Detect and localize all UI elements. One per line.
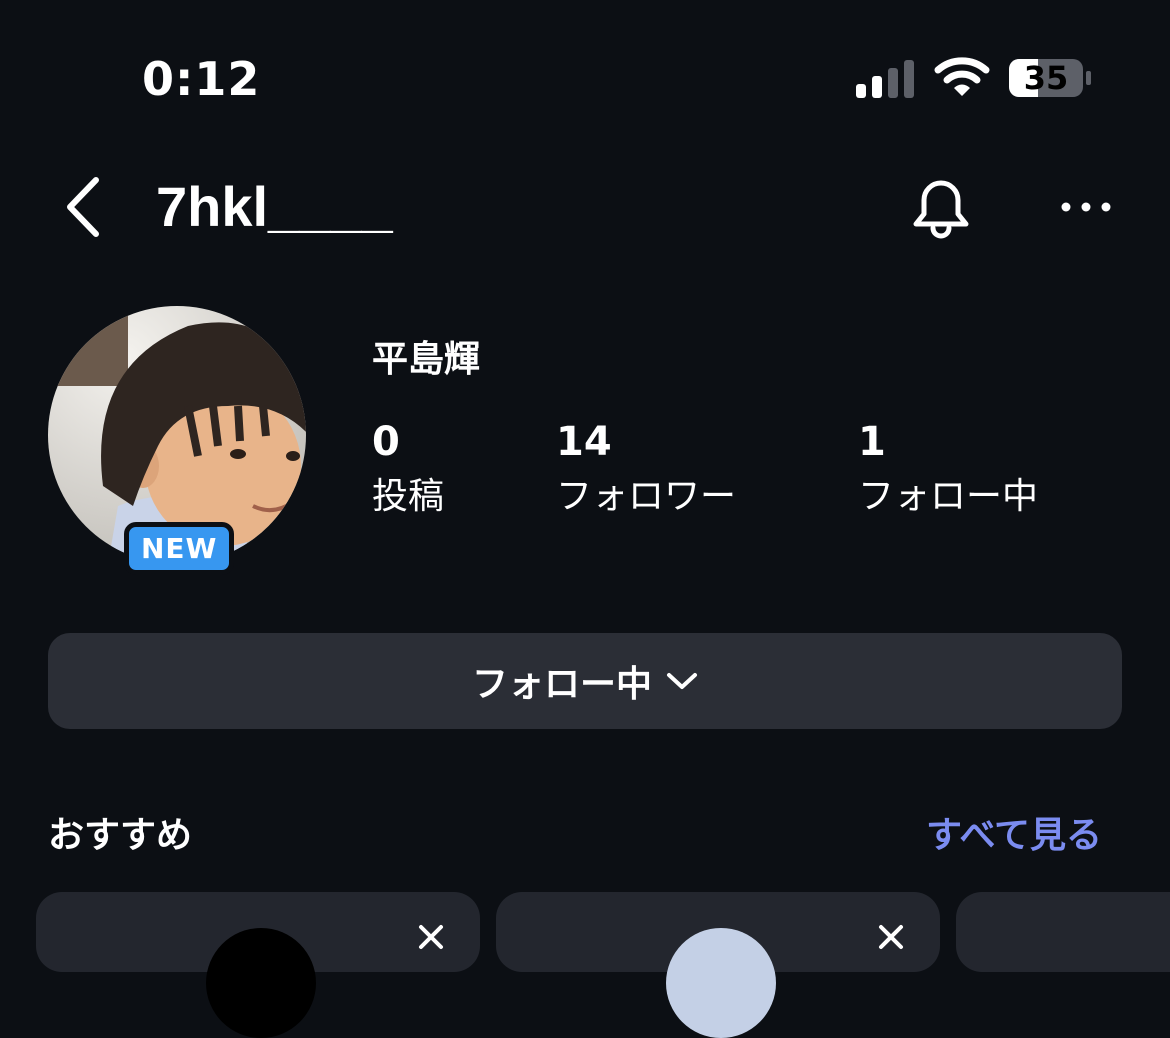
wifi-icon: [934, 57, 990, 96]
battery-level: 35: [1023, 59, 1069, 97]
following-button[interactable]: フォロー中: [48, 633, 1122, 729]
suggestion-card[interactable]: [496, 892, 940, 1038]
stat-followers-count: 14: [556, 419, 612, 465]
stat-followers[interactable]: 14 フォロワー: [556, 418, 736, 522]
suggestion-avatar: [666, 928, 776, 1038]
battery-icon: 35: [1008, 58, 1092, 98]
suggestion-avatar: [206, 928, 316, 1038]
chevron-down-icon: [667, 673, 697, 689]
stat-following-count: 1: [858, 419, 886, 465]
display-name: 平島輝: [372, 339, 481, 380]
more-icon[interactable]: [1058, 190, 1114, 224]
suggestion-card[interactable]: [36, 892, 480, 1038]
stat-following[interactable]: 1 フォロー中: [858, 418, 1038, 522]
bell-icon[interactable]: [906, 172, 976, 242]
profile-username: 7hkl____: [156, 175, 393, 238]
close-icon[interactable]: [416, 922, 446, 952]
stat-following-label: フォロー中: [858, 476, 1039, 517]
close-icon[interactable]: [876, 922, 906, 952]
stat-posts: 0 投稿: [372, 418, 444, 522]
suggestions-title: おすすめ: [48, 815, 193, 856]
stat-followers-label: フォロワー: [556, 476, 737, 517]
stat-posts-label: 投稿: [372, 476, 445, 517]
following-button-label: フォロー中: [471, 664, 652, 705]
status-time: 0:12: [142, 52, 261, 106]
cellular-signal-icon: [856, 60, 914, 98]
suggestion-card[interactable]: [956, 892, 1170, 972]
stat-posts-count: 0: [372, 419, 400, 465]
new-badge: NEW: [124, 522, 235, 575]
see-all-link[interactable]: すべて見る: [926, 806, 1102, 858]
back-chevron-icon[interactable]: [58, 172, 108, 242]
